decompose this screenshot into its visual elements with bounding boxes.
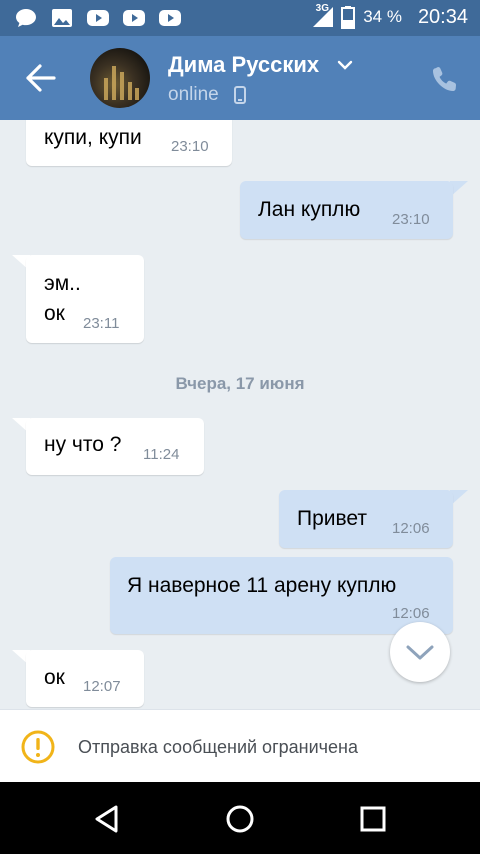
navigation-bar [0,782,480,854]
scroll-to-bottom-button[interactable] [390,622,450,682]
youtube-icon [123,10,145,26]
avatar[interactable] [90,48,150,108]
incoming-message[interactable]: эм.. ок 23:11 [26,255,144,343]
incoming-message[interactable]: купи, купи 23:10 [26,120,232,166]
outgoing-message[interactable]: Привет 12:06 [279,490,453,548]
signal-icon [313,7,334,27]
message-time: 23:10 [171,138,209,155]
message-text: Лан куплю [258,198,361,221]
message-time: 23:10 [392,211,430,228]
youtube-icon [87,10,109,26]
restriction-text: Отправка сообщений ограничена [78,737,358,757]
incoming-message[interactable]: ну что ? 11:24 [26,418,204,475]
message-text: ну что ? [44,433,122,456]
message-text: Я наверное 11 арену куплю [127,574,397,597]
message-text: эм.. ок [44,272,81,325]
message-time: 12:06 [392,605,430,622]
mobile-device-icon [234,86,246,104]
message-list[interactable]: купи, купи 23:10 Лан куплю 23:10 эм.. ок… [0,120,480,709]
back-arrow-icon[interactable] [22,62,58,94]
recents-square-icon[interactable] [358,804,388,834]
online-status: online [168,84,219,105]
outgoing-message[interactable]: Лан куплю 23:10 [240,181,453,239]
chat-header: Дима Русских online [0,36,480,120]
restriction-notice: Отправка сообщений ограничена [0,709,480,782]
message-text: Привет [297,507,368,530]
clock: 20:34 [417,5,468,28]
message-text: купи, купи [44,126,142,149]
date-separator: Вчера, 17 июня [175,374,305,393]
battery-icon [341,6,356,29]
chevron-down-icon [406,645,434,660]
chevron-down-icon[interactable] [337,58,353,72]
message-time: 12:07 [83,678,121,695]
youtube-icon [159,10,181,26]
incoming-message[interactable]: ок 12:07 [26,650,144,707]
back-triangle-icon[interactable] [92,804,122,834]
notification-icons [14,7,182,29]
home-circle-icon[interactable] [225,804,255,834]
battery-percent: 34 % [363,7,402,26]
warning-icon [21,730,55,764]
message-time: 11:24 [143,446,180,463]
image-icon [52,9,72,27]
status-bar: 3G 34 % 20:34 [0,0,480,36]
phone-call-icon[interactable] [430,64,460,94]
message-time: 23:11 [83,315,120,332]
message-time: 12:06 [392,520,430,537]
chat-bubble-icon [16,9,36,27]
message-text: ок [44,666,65,689]
contact-name[interactable]: Дима Русских [168,52,319,78]
